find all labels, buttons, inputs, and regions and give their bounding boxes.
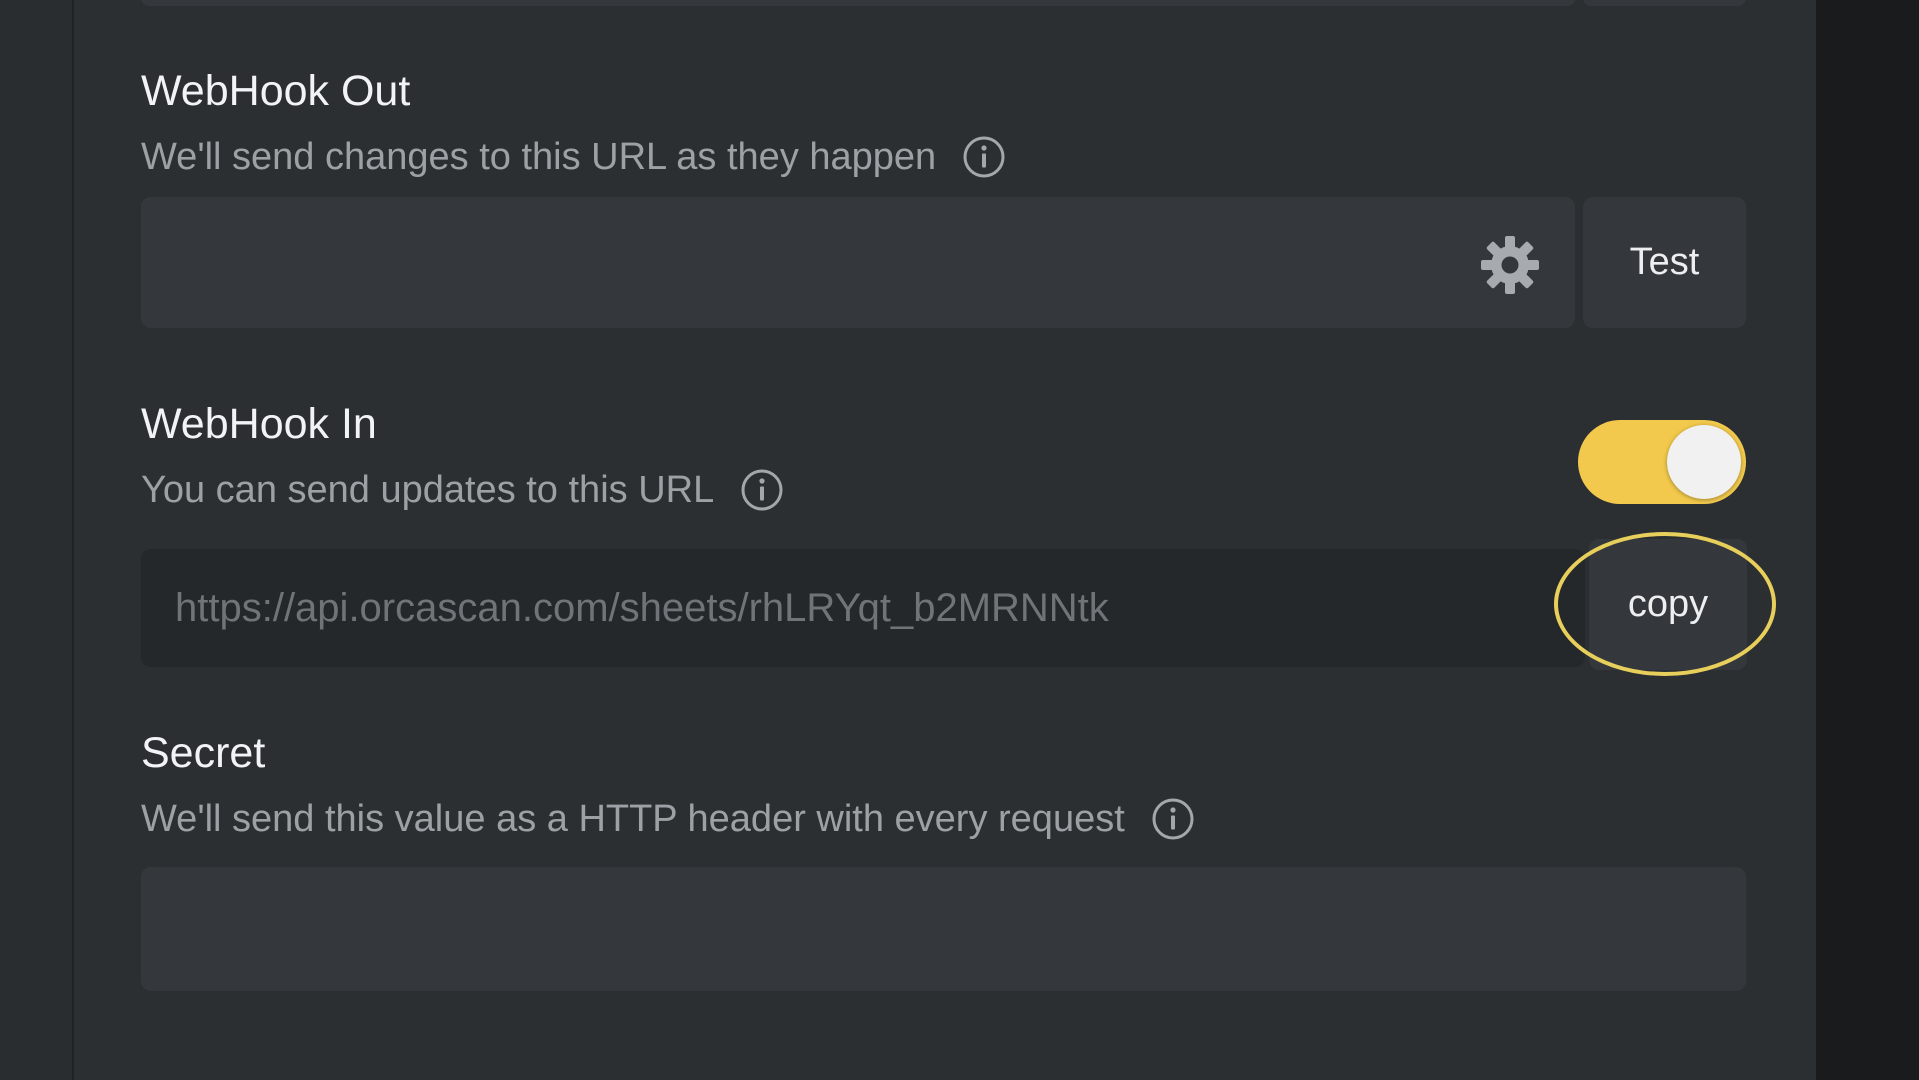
webhook-out-title: WebHook Out	[141, 67, 411, 115]
info-icon[interactable]	[740, 468, 784, 512]
info-icon[interactable]	[962, 135, 1006, 179]
webhook-in-description: You can send updates to this URL	[141, 468, 784, 512]
copy-button[interactable]: copy	[1589, 539, 1747, 670]
left-sidebar-edge	[0, 0, 74, 1080]
test-button[interactable]: Test	[1583, 197, 1746, 328]
info-icon[interactable]	[1151, 797, 1195, 841]
secret-input[interactable]	[141, 867, 1746, 991]
gear-icon[interactable]	[1478, 233, 1542, 297]
webhook-out-description: We'll send changes to this URL as they h…	[141, 135, 1006, 179]
secret-description-text: We'll send this value as a HTTP header w…	[141, 798, 1125, 840]
secret-description: We'll send this value as a HTTP header w…	[141, 797, 1195, 841]
webhook-in-title: WebHook In	[141, 400, 377, 448]
webhook-out-url-input[interactable]	[141, 197, 1575, 328]
webhook-in-toggle[interactable]	[1578, 420, 1746, 504]
webhook-in-description-text: You can send updates to this URL	[141, 469, 715, 511]
previous-field-input[interactable]	[141, 0, 1575, 6]
webhook-out-description-text: We'll send changes to this URL as they h…	[141, 136, 937, 178]
toggle-knob	[1667, 425, 1741, 499]
right-backdrop	[1816, 0, 1919, 1080]
previous-field-button[interactable]	[1583, 0, 1746, 6]
webhook-in-url-field[interactable]: https://api.orcascan.com/sheets/rhLRYqt_…	[141, 549, 1585, 667]
secret-title: Secret	[141, 729, 266, 777]
